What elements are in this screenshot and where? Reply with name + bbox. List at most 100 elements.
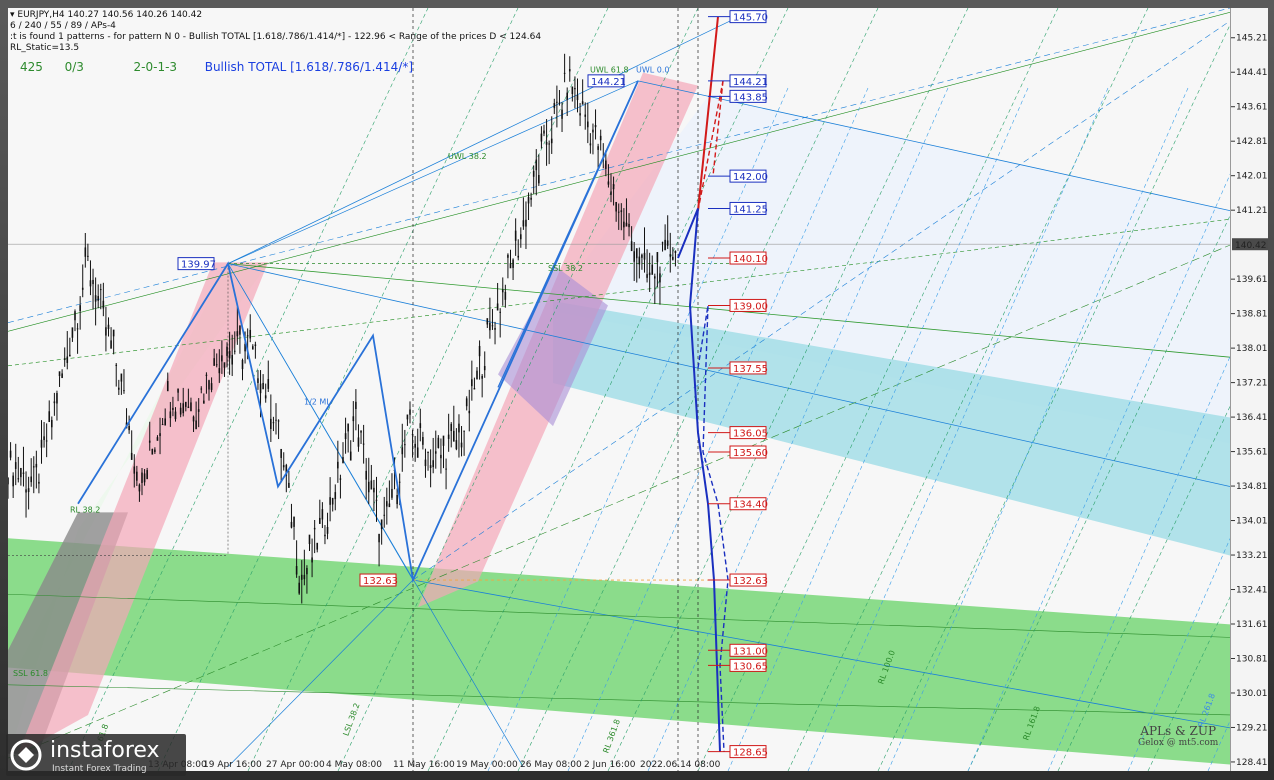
candle-body (179, 407, 182, 415)
candle-body (218, 368, 221, 374)
credit-line-2: Gelox @ mt5.com (1138, 738, 1219, 748)
candle-body (313, 527, 316, 530)
candle-body (71, 327, 74, 338)
candle-body (450, 423, 453, 432)
price-label: 135.60 (708, 445, 768, 459)
candle-body (321, 509, 324, 520)
x-tick-label: 2022.06.14 08:00 (640, 760, 721, 770)
candle-body (401, 447, 404, 455)
candle-body (342, 457, 344, 463)
candle-body (489, 322, 491, 331)
candle-body (501, 289, 504, 293)
candle-body (589, 143, 592, 146)
candle-body (365, 470, 367, 480)
stat-ratio: 0/3 (64, 60, 84, 74)
candle-body (213, 358, 215, 366)
candle-body (584, 114, 587, 117)
candle-body (259, 383, 262, 394)
candle-body (463, 430, 465, 432)
candle-body (535, 159, 538, 171)
candle-body (159, 433, 161, 437)
candle-body (120, 373, 123, 382)
candle-body (561, 109, 563, 119)
candle-body (509, 263, 512, 269)
candle-body (197, 409, 200, 412)
candle-body (288, 482, 290, 488)
candle-body (623, 221, 625, 228)
credit-line-1: APLs & ZUP (1140, 724, 1217, 738)
candle-body (674, 250, 677, 253)
candle-body (192, 416, 195, 422)
current-price-label: 140.42 (1235, 241, 1267, 251)
candle-body (20, 467, 22, 478)
candle-body (648, 272, 651, 276)
candle-body (226, 346, 228, 356)
candle-body (617, 211, 620, 213)
candle-body (74, 311, 76, 321)
candle-body (440, 454, 442, 459)
candle-body (607, 181, 610, 185)
candle-body (84, 247, 87, 257)
candle-body (136, 471, 138, 481)
candle-body (326, 526, 329, 534)
candle-body (612, 183, 615, 190)
candle-body (311, 557, 313, 563)
candle-body (76, 328, 79, 330)
candle-body (241, 360, 244, 370)
candle-body (610, 191, 612, 195)
annotation-label: RL 38.2 (70, 505, 100, 514)
candle-body (185, 401, 187, 407)
candle-body (414, 443, 416, 448)
candle-body (231, 354, 233, 365)
candle-body (298, 582, 300, 594)
candle-body (568, 69, 571, 72)
candle-body (249, 329, 252, 339)
candle-body (277, 420, 280, 422)
candle-body (566, 92, 568, 100)
candle-body (143, 473, 146, 483)
candle-body (174, 411, 177, 420)
candle-body (468, 410, 471, 414)
candle-body (442, 435, 445, 446)
candle-body (447, 434, 450, 439)
indicator-params: 6 / 240 / 55 / 89 / APs-4 (10, 21, 116, 31)
candle-body (525, 219, 527, 227)
candle-body (550, 138, 553, 144)
candle-body (141, 472, 143, 483)
candle-body (223, 362, 226, 368)
candle-body (620, 210, 623, 213)
candle-body (275, 419, 277, 421)
candle-body (375, 499, 378, 501)
candle-body (411, 434, 414, 436)
candle-body (391, 488, 393, 498)
y-tick-label: 134.01 (1236, 517, 1268, 527)
candle-body (195, 420, 197, 430)
candle-body (45, 440, 48, 442)
chart-plot-area[interactable]: 145.70 144.21 143.85 142.00 141.25 140.10 139.… (8, 8, 1230, 771)
candle-body (579, 113, 581, 116)
rl-static: RL_Static=13.5 (10, 43, 80, 53)
annotation-label: UWL 38.2 (448, 152, 487, 161)
candle-body (344, 433, 347, 440)
candle-body (517, 255, 520, 258)
logo-icon (10, 739, 42, 771)
ohlc-values: 140.27 140.56 140.26 140.42 (67, 10, 203, 20)
price-label-text: 131.00 (733, 646, 768, 657)
candle-body (48, 411, 51, 423)
candle-body (386, 501, 388, 507)
price-label-text: 143.85 (733, 92, 768, 103)
candle-body (331, 497, 334, 505)
y-tick-label: 138.01 (1236, 344, 1268, 354)
candle-body (545, 141, 548, 145)
pivot-label: 132.63 (359, 573, 398, 587)
candle-body (164, 418, 166, 426)
candle-body (383, 514, 386, 516)
candle-body (483, 365, 486, 371)
candle-body (295, 566, 298, 575)
candle-body (133, 466, 136, 474)
candle-body (625, 222, 628, 227)
candle-body (8, 477, 9, 485)
candle-body (355, 401, 357, 409)
candle-body (654, 276, 656, 279)
candle-body (630, 241, 633, 252)
